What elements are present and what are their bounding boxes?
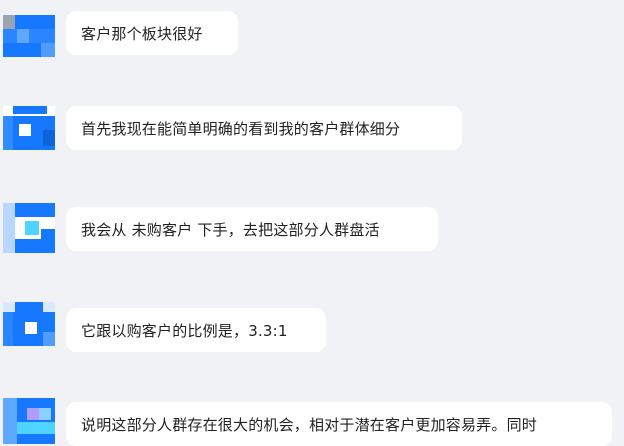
chat-message: 我会从 未购客户 下手，去把这部分人群盘活	[0, 203, 624, 255]
chat-message-list[interactable]: 客户那个板块很好 首先我现在能简单明确的看到我的客户群体细分 我会从 未购客户 …	[0, 0, 624, 446]
chat-message: 首先我现在能简单明确的看到我的客户群体细分	[0, 106, 624, 156]
chat-message: 说明这部分人群存在很大的机会，相对于潜在客户更加容易弄。同时	[0, 398, 624, 446]
message-bubble: 我会从 未购客户 下手，去把这部分人群盘活	[66, 207, 438, 251]
message-bubble: 它跟以购客户的比例是，3.3:1	[66, 308, 326, 352]
message-bubble: 说明这部分人群存在很大的机会，相对于潜在客户更加容易弄。同时	[66, 402, 612, 446]
avatar[interactable]	[3, 302, 55, 352]
chat-message: 客户那个板块很好	[0, 11, 624, 61]
avatar[interactable]	[3, 203, 55, 253]
message-bubble: 客户那个板块很好	[66, 11, 238, 55]
chat-message: 它跟以购客户的比例是，3.3:1	[0, 302, 624, 354]
avatar[interactable]	[3, 106, 55, 156]
avatar[interactable]	[3, 11, 55, 61]
avatar[interactable]	[3, 398, 55, 444]
message-bubble: 首先我现在能简单明确的看到我的客户群体细分	[66, 106, 462, 150]
